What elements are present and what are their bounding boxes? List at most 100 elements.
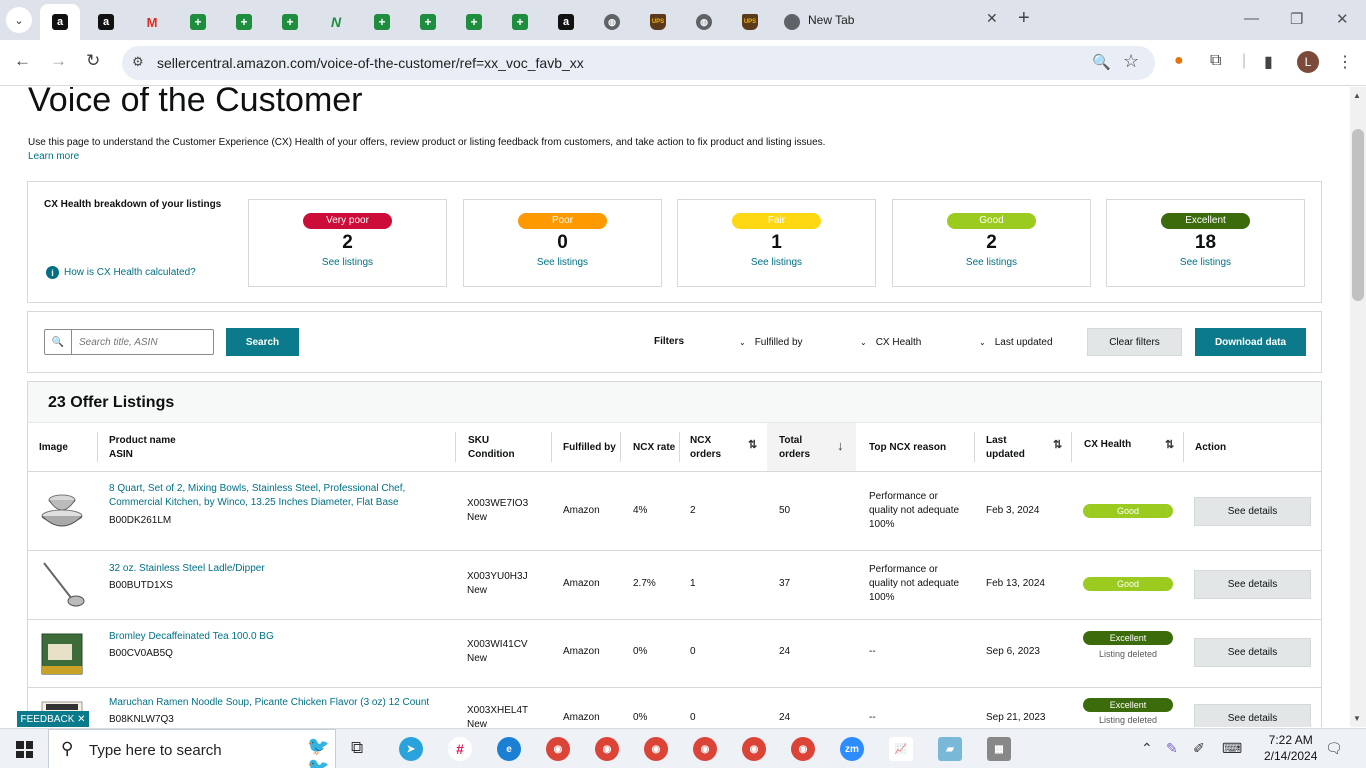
- profile-avatar[interactable]: L: [1297, 51, 1319, 73]
- address-bar[interactable]: ⚙ sellercentral.amazon.com/voice-of-the-…: [122, 46, 1155, 80]
- col-ncx-orders[interactable]: NCX orders: [690, 434, 721, 462]
- browser-menu-icon[interactable]: ⋮: [1337, 52, 1353, 72]
- clear-filters-button[interactable]: Clear filters: [1087, 328, 1182, 356]
- tab-globe[interactable]: ◍: [688, 4, 720, 40]
- download-data-button[interactable]: Download data: [1195, 328, 1306, 356]
- reload-icon[interactable]: ↻: [86, 51, 100, 71]
- extensions-puzzle-icon[interactable]: ⧉: [1210, 52, 1221, 70]
- bookmark-star-icon[interactable]: ☆: [1123, 51, 1139, 72]
- see-listings-link[interactable]: See listings: [1107, 257, 1304, 268]
- chrome-icon[interactable]: ◉: [546, 737, 570, 761]
- site-info-icon[interactable]: ⚙: [132, 54, 144, 70]
- zoom-icon[interactable]: 🔍: [1092, 53, 1111, 71]
- tab-sheets[interactable]: +: [274, 4, 306, 40]
- product-name-link[interactable]: Maruchan Ramen Noodle Soup, Picante Chic…: [109, 696, 429, 710]
- tab-ups[interactable]: UPS: [734, 4, 766, 40]
- search-button[interactable]: Search: [226, 328, 299, 356]
- see-listings-link[interactable]: See listings: [678, 257, 875, 268]
- chart-app-icon[interactable]: 📈: [889, 737, 913, 761]
- stylus-icon[interactable]: ✐: [1193, 740, 1205, 757]
- product-name-line-1[interactable]: 8 Quart, Set of 2, Mixing Bowls, Stainle…: [109, 482, 405, 496]
- taskbar-clock[interactable]: 7:22 AM 2/14/2024: [1264, 732, 1317, 764]
- taskbar-search-box[interactable]: ⚲ Type here to search 🐦🐦: [48, 729, 336, 768]
- edge-icon[interactable]: e: [497, 737, 521, 761]
- col-ncx-rate[interactable]: NCX rate: [633, 441, 675, 455]
- windows-start-icon[interactable]: [16, 741, 33, 758]
- see-listings-link[interactable]: See listings: [249, 257, 446, 268]
- tab-sheets[interactable]: +: [182, 4, 214, 40]
- show-hidden-icons[interactable]: ⌃: [1141, 740, 1153, 757]
- tab-amazon[interactable]: a: [90, 4, 122, 40]
- close-tab-icon[interactable]: ✕: [986, 10, 998, 27]
- restore-icon[interactable]: ❐: [1290, 10, 1303, 28]
- pen-icon[interactable]: ✎: [1166, 740, 1178, 757]
- product-name-line-2[interactable]: Commercial Kitchen, by Winco, 13.25 Inch…: [109, 496, 405, 510]
- tab-amazon[interactable]: a: [550, 4, 582, 40]
- tab-new-tab[interactable]: [780, 4, 804, 40]
- chrome-icon[interactable]: ◉: [644, 737, 668, 761]
- tab-gmail[interactable]: M: [136, 4, 168, 40]
- see-details-button[interactable]: See details: [1194, 638, 1311, 667]
- product-name-link[interactable]: Bromley Decaffeinated Tea 100.0 BG: [109, 630, 274, 644]
- chrome-icon[interactable]: ◉: [693, 737, 717, 761]
- scroll-up-icon[interactable]: ▲: [1353, 91, 1361, 100]
- product-name-link[interactable]: 32 oz. Stainless Steel Ladle/Dipper: [109, 562, 265, 576]
- calculator-icon[interactable]: ▦: [987, 737, 1011, 761]
- col-total-orders[interactable]: Total orders: [779, 434, 810, 462]
- search-input[interactable]: [73, 331, 211, 353]
- product-name-link[interactable]: 8 Quart, Set of 2, Mixing Bowls, Stainle…: [109, 482, 405, 510]
- tab-sheets[interactable]: +: [458, 4, 490, 40]
- scroll-down-icon[interactable]: ▼: [1353, 714, 1361, 723]
- forward-icon[interactable]: →: [50, 51, 67, 71]
- see-listings-link[interactable]: See listings: [893, 257, 1090, 268]
- sort-descending-icon[interactable]: ↓: [837, 438, 844, 453]
- col-last-updated[interactable]: Last updated: [986, 434, 1025, 462]
- see-listings-link[interactable]: See listings: [464, 257, 661, 268]
- cx-health-help-label[interactable]: How is CX Health calculated?: [64, 267, 196, 278]
- reason-line-3: 100%: [869, 519, 895, 530]
- taskbar-search-placeholder[interactable]: Type here to search: [89, 742, 222, 759]
- chrome-icon[interactable]: ◉: [791, 737, 815, 761]
- chrome-icon[interactable]: ◉: [595, 737, 619, 761]
- tab-amazon-active[interactable]: a: [40, 4, 80, 40]
- tab-ups[interactable]: UPS: [642, 4, 674, 40]
- sort-icon[interactable]: ⇅: [1053, 438, 1062, 451]
- tab-globe[interactable]: ◍: [596, 4, 628, 40]
- task-view-icon[interactable]: ⧉: [351, 738, 363, 758]
- tab-sheets[interactable]: +: [366, 4, 398, 40]
- see-details-button[interactable]: See details: [1194, 704, 1311, 727]
- cx-health-dropdown[interactable]: ⌄ CX Health: [860, 337, 921, 348]
- slack-icon[interactable]: #: [448, 737, 472, 761]
- tab-title[interactable]: New Tab: [808, 13, 854, 27]
- col-cx-health[interactable]: CX Health: [1084, 438, 1131, 452]
- col-fulfilled-by[interactable]: Fulfilled by: [563, 441, 616, 455]
- keyboard-icon[interactable]: ⌨: [1222, 740, 1242, 757]
- tab-sheets[interactable]: +: [504, 4, 536, 40]
- new-tab-button[interactable]: +: [1018, 7, 1030, 30]
- notifications-icon[interactable]: 🗨: [1325, 740, 1343, 757]
- minimize-icon[interactable]: —: [1244, 10, 1259, 27]
- telegram-icon[interactable]: ➤: [399, 737, 423, 761]
- url-text[interactable]: sellercentral.amazon.com/voice-of-the-cu…: [157, 55, 584, 71]
- cx-health-help-link[interactable]: i How is CX Health calculated?: [46, 266, 196, 279]
- sort-icon[interactable]: ⇅: [748, 438, 757, 451]
- zoom-app-icon[interactable]: zm: [840, 737, 864, 761]
- tab-search-menu-button[interactable]: ⌄: [6, 7, 32, 33]
- last-updated-dropdown[interactable]: ⌄ Last updated: [979, 337, 1053, 348]
- see-details-button[interactable]: See details: [1194, 570, 1311, 599]
- tab-sheets-alt[interactable]: N: [320, 4, 352, 40]
- see-details-button[interactable]: See details: [1194, 497, 1311, 526]
- feedback-button[interactable]: FEEDBACK ✕: [17, 711, 89, 727]
- scrollbar-thumb[interactable]: [1352, 129, 1364, 301]
- side-panel-icon[interactable]: ▮: [1264, 52, 1273, 72]
- fulfilled-by-dropdown[interactable]: ⌄ Fulfilled by: [739, 337, 803, 348]
- chrome-icon[interactable]: ◉: [742, 737, 766, 761]
- window-close-icon[interactable]: ✕: [1336, 10, 1349, 28]
- sort-icon[interactable]: ⇅: [1165, 438, 1174, 451]
- notebook-icon[interactable]: ▰: [938, 737, 962, 761]
- tab-sheets[interactable]: +: [228, 4, 260, 40]
- back-icon[interactable]: ←: [14, 51, 31, 71]
- learn-more-link[interactable]: Learn more: [28, 151, 79, 162]
- extension-fire-icon[interactable]: ●: [1174, 52, 1184, 70]
- tab-sheets[interactable]: +: [412, 4, 444, 40]
